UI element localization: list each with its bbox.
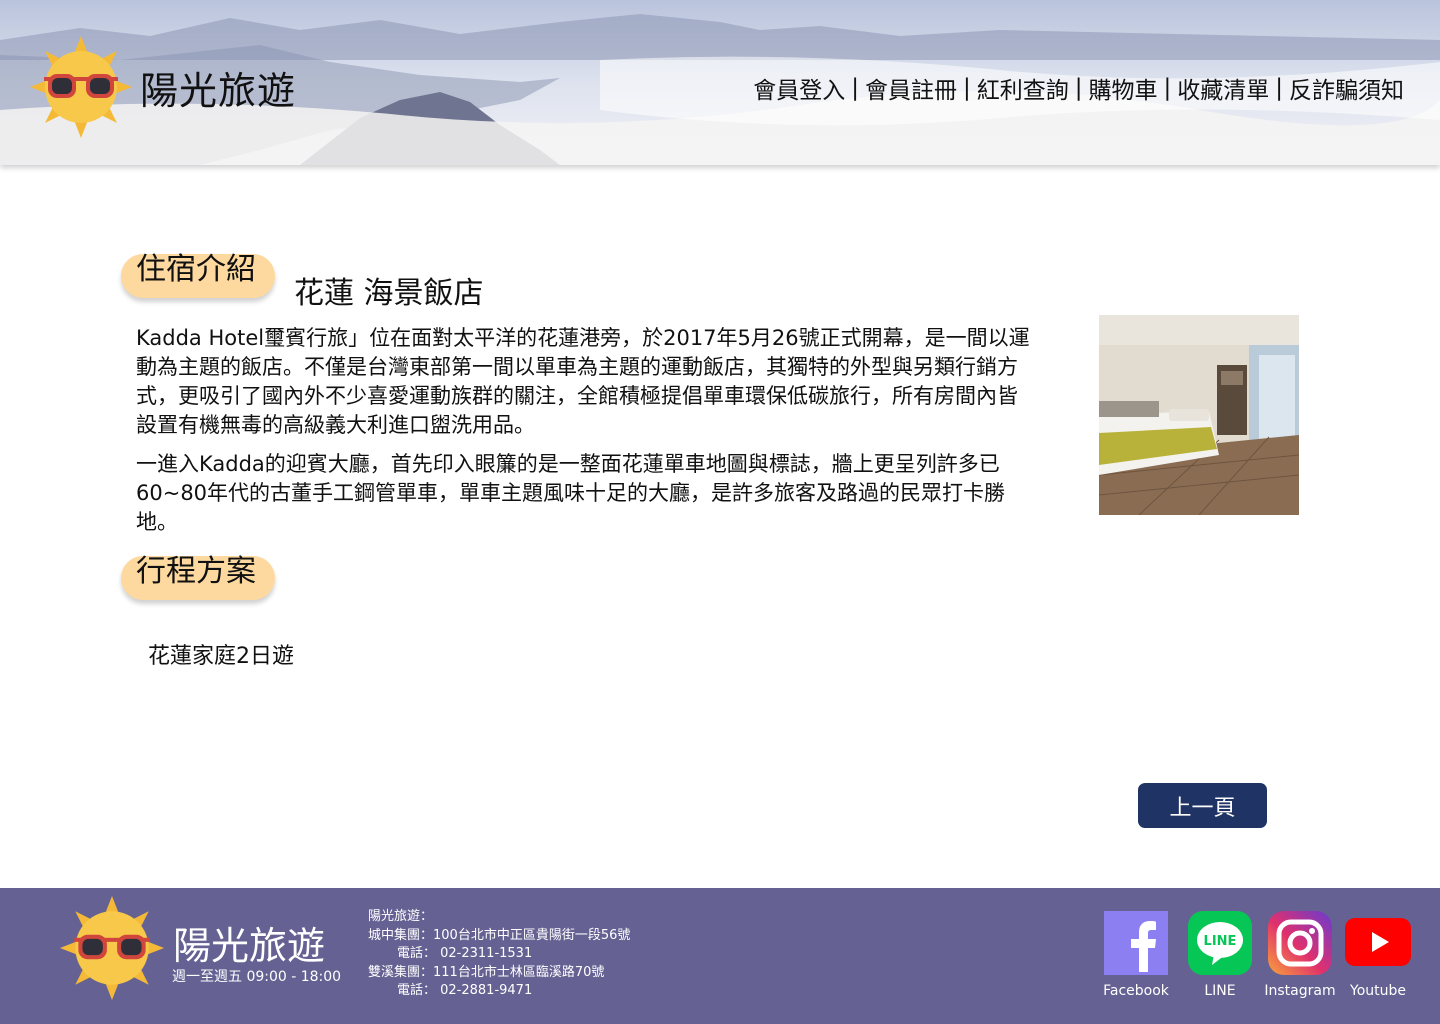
instagram-label: Instagram: [1264, 983, 1336, 999]
facebook-icon: [1104, 911, 1168, 975]
top-nav: 會員登入 | 會員註冊 | 紅利查詢 | 購物車 | 收藏清單 | 反詐騙須知: [753, 71, 1404, 105]
nav-separator: |: [1163, 75, 1172, 101]
nav-separator: |: [1275, 75, 1283, 101]
youtube-link[interactable]: Youtube: [1344, 910, 1412, 999]
nav-separator: |: [851, 75, 859, 101]
site-title[interactable]: 陽光旅遊: [140, 60, 296, 115]
nav-shopping-cart[interactable]: 購物車: [1089, 71, 1158, 105]
nav-separator: |: [963, 75, 971, 101]
footer-contact-info: 陽光旅遊： 城中集團：100台北市中正區貴陽街一段56號 電話： 02-2311…: [368, 908, 630, 1001]
youtube-icon: [1345, 918, 1411, 966]
footer-phone-2: 電話： 02-2881-9471: [397, 983, 533, 998]
line-icon: LINE: [1188, 911, 1252, 975]
hotel-description-2: 一進入Kadda的迎賓大廳，首先印入眼簾的是一整面花蓮單車地圖與標誌，牆上更呈列…: [136, 452, 1006, 534]
nav-member-login[interactable]: 會員登入: [753, 71, 845, 105]
svg-text:LINE: LINE: [1204, 934, 1237, 949]
sun-sunglasses-logo[interactable]: [60, 896, 164, 1000]
nav-bonus-query[interactable]: 紅利查詢: [977, 71, 1069, 105]
line-label: LINE: [1204, 983, 1236, 999]
itinerary-heading: 行程方案: [136, 554, 256, 589]
facebook-link[interactable]: Facebook: [1103, 910, 1169, 999]
hotel-name: 花蓮 海景飯店: [294, 276, 484, 311]
youtube-label: Youtube: [1350, 983, 1406, 999]
instagram-icon: [1268, 911, 1332, 975]
footer-phone-1: 電話： 02-2311-1531: [397, 946, 533, 961]
footer-company-name: 陽光旅遊：: [368, 909, 434, 924]
sun-sunglasses-logo[interactable]: [30, 36, 132, 138]
footer-address-1: 城中集團：100台北市中正區貴陽街一段56號: [368, 927, 631, 943]
footer-business-hours: 週一至週五 09:00 - 18:00: [172, 969, 342, 985]
facebook-label: Facebook: [1103, 983, 1169, 999]
footer-site-title: 陽光旅遊: [173, 924, 326, 968]
accommodation-heading: 住宿介紹: [136, 252, 256, 287]
instagram-link[interactable]: Instagram: [1264, 910, 1336, 999]
nav-favorites[interactable]: 收藏清單: [1177, 71, 1269, 105]
back-button[interactable]: 上一頁: [1138, 783, 1267, 828]
nav-member-register[interactable]: 會員註冊: [865, 71, 957, 105]
itinerary-item[interactable]: 花蓮家庭2日遊: [148, 638, 294, 670]
footer-address-2: 雙溪集團：111台北市士林區臨溪路70號: [368, 964, 605, 980]
nav-anti-fraud[interactable]: 反詐騙須知: [1289, 71, 1404, 105]
line-link[interactable]: LINE LINE: [1187, 910, 1253, 999]
nav-separator: |: [1074, 75, 1083, 101]
hotel-room-photo: [1099, 315, 1299, 515]
site-footer: 陽光旅遊 週一至週五 09:00 - 18:00 陽光旅遊： 城中集團：100台…: [0, 888, 1440, 1024]
site-header: 陽光旅遊 會員登入 | 會員註冊 | 紅利查詢 | 購物車 | 收藏清單 | 反…: [0, 0, 1440, 165]
hotel-description-1: Kadda Hotel璽賓行旅」位在面對太平洋的花蓮港旁，於2017年5月26號…: [136, 326, 1030, 437]
